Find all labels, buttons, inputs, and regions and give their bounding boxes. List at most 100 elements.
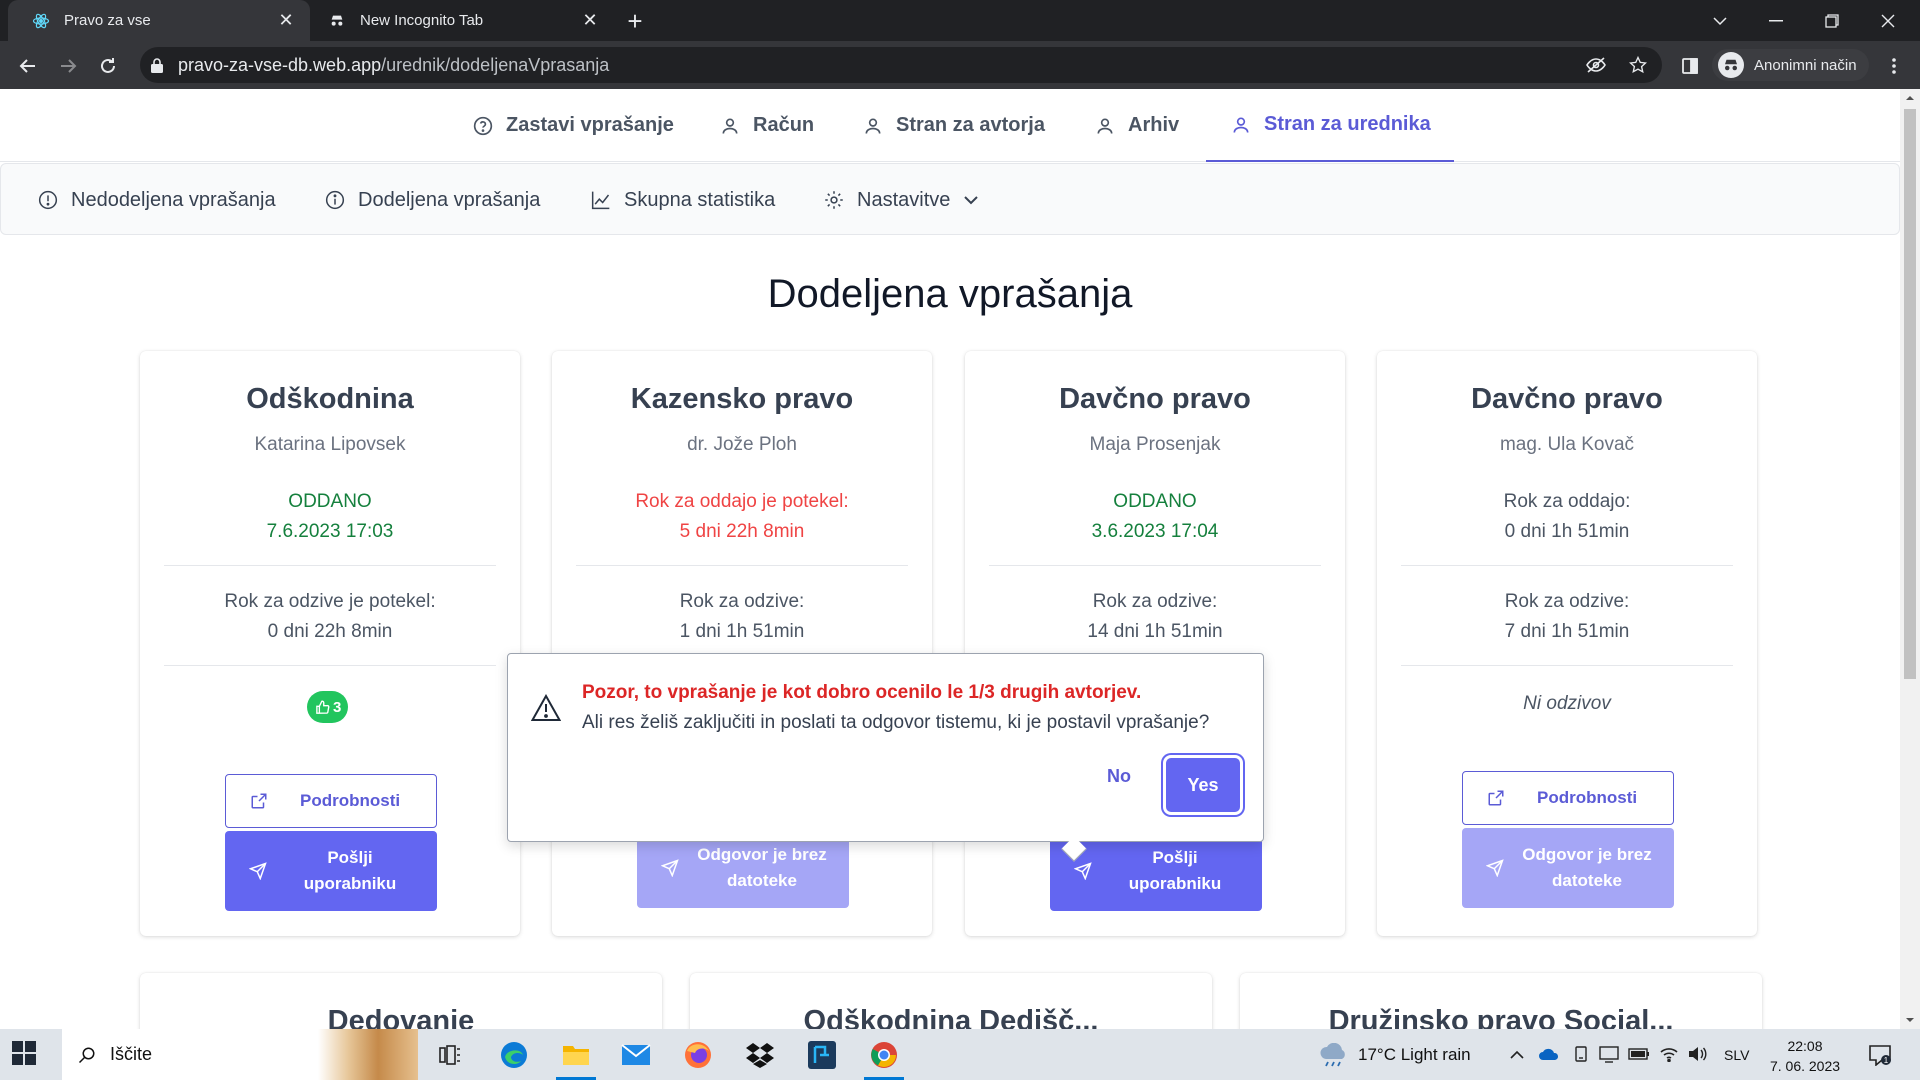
page-scrollbar[interactable]	[1900, 89, 1920, 1029]
scroll-up-icon	[1906, 96, 1914, 100]
battery-icon[interactable]	[1628, 1043, 1650, 1065]
edge-icon[interactable]	[486, 1029, 542, 1080]
confirm-popover: Pozor, to vprašanje je kot dobro ocenilo…	[507, 653, 1264, 842]
yes-button[interactable]: Yes	[1166, 758, 1240, 812]
windows-start-icon[interactable]	[12, 1041, 38, 1067]
chevron-up-icon[interactable]	[1506, 1043, 1528, 1065]
subnav-nastavitve[interactable]: Nastavitve	[823, 164, 979, 236]
clock[interactable]: 22:08 7. 06. 2023	[1768, 1036, 1842, 1076]
gear-icon	[823, 189, 845, 211]
popover-title: Pozor, to vprašanje je kot dobro ocenilo…	[582, 682, 1142, 703]
page-content: Zastavi vprašanje Račun Stran za avtorja…	[0, 89, 1900, 1029]
notifications-icon[interactable]: 1	[1866, 1041, 1894, 1069]
divider	[1401, 565, 1733, 566]
firefox-icon[interactable]	[670, 1029, 726, 1080]
lock-icon[interactable]	[148, 56, 166, 74]
details-button[interactable]: Podrobnosti	[1462, 771, 1674, 825]
reload-icon[interactable]	[92, 50, 124, 82]
wifi-icon[interactable]	[1658, 1043, 1680, 1065]
browser-toolbar: pravo-za-vse-db.web.app/urednik/dodeljen…	[0, 41, 1920, 89]
divider	[576, 565, 908, 566]
scroll-down-icon	[1906, 1018, 1914, 1022]
likes-badge: 3	[307, 691, 349, 723]
svg-text:1: 1	[1884, 1056, 1889, 1065]
restore-icon[interactable]	[1804, 0, 1860, 41]
no-file-button[interactable]: Odgovor je brez datoteke	[1462, 828, 1674, 908]
search-highlight-image	[318, 1029, 418, 1080]
back-arrow-icon[interactable]	[12, 50, 44, 82]
weather-widget[interactable]: 17°C Light rain	[1318, 1029, 1471, 1080]
tab-title: Pravo za vse	[64, 12, 151, 29]
card-status: ODDANO 3.6.2023 17:04	[1091, 491, 1219, 542]
no-button[interactable]: No	[1094, 758, 1144, 794]
question-card: Davčno pravo Maja Prosenjak ODDANO 3.6.2…	[965, 351, 1345, 936]
send-to-user-button[interactable]: Pošlji uporabniku	[225, 831, 437, 911]
display-icon[interactable]	[1598, 1043, 1620, 1065]
side-panel-icon[interactable]	[1674, 50, 1706, 82]
card-title: Dedovanje	[327, 1005, 475, 1029]
tab-new-incognito[interactable]: New Incognito Tab ✕	[314, 0, 614, 41]
nav-stran-za-avtorja[interactable]: Stran za avtorja	[862, 89, 1045, 162]
info-circle-icon	[324, 189, 346, 211]
send-icon	[659, 857, 681, 879]
incognito-profile-button[interactable]: Anonimni način	[1712, 49, 1869, 81]
forward-arrow-icon[interactable]	[52, 50, 84, 82]
details-button[interactable]: Podrobnosti	[225, 774, 437, 828]
address-bar[interactable]: pravo-za-vse-db.web.app/urednik/dodeljen…	[140, 47, 1662, 83]
popover-message: Ali res želiš zaključiti in poslati ta o…	[582, 712, 1210, 733]
divider	[164, 565, 496, 566]
subnav-skupna-statistika[interactable]: Skupna statistika	[590, 164, 775, 236]
task-view-icon[interactable]	[422, 1029, 478, 1080]
scrollbar-thumb[interactable]	[1904, 109, 1916, 679]
eye-slash-icon[interactable]	[1586, 55, 1606, 75]
card-title: Družinsko pravo Social...	[1328, 1005, 1674, 1029]
question-card: Odškodnina Katarina Lipovsek ODDANO 7.6.…	[140, 351, 520, 936]
question-card: Dedovanje	[140, 973, 662, 1029]
close-icon[interactable]: ✕	[578, 9, 602, 33]
card-response-deadline: Rok za odzive: 14 dni 1h 51min	[1087, 591, 1223, 642]
new-tab-button[interactable]: +	[620, 6, 650, 36]
app-icon[interactable]	[794, 1029, 850, 1080]
user-icon	[1230, 114, 1252, 136]
tab-pravo-za-vse[interactable]: Pravo za vse ✕	[8, 0, 310, 41]
star-icon[interactable]	[1628, 55, 1648, 75]
mail-icon[interactable]	[608, 1029, 664, 1080]
react-icon	[32, 12, 50, 30]
card-title: Davčno pravo	[1471, 383, 1663, 415]
tab-search-chevron-icon[interactable]	[1692, 0, 1748, 41]
chrome-icon[interactable]	[856, 1029, 912, 1080]
language-indicator[interactable]: SLV	[1724, 1029, 1749, 1080]
nav-racun[interactable]: Račun	[719, 89, 814, 162]
send-icon	[247, 860, 269, 882]
file-explorer-icon[interactable]	[548, 1029, 604, 1080]
card-title: Odškodnina Dedišč...	[803, 1005, 1099, 1029]
card-author: dr. Jože Ploh	[687, 434, 797, 455]
minimize-icon[interactable]	[1748, 0, 1804, 41]
dropbox-icon[interactable]	[732, 1029, 788, 1080]
taskbar-search-input[interactable]: Iščite	[62, 1029, 418, 1080]
question-card: Davčno pravo mag. Ula Kovač Rok za oddaj…	[1377, 351, 1757, 936]
close-window-icon[interactable]	[1860, 0, 1916, 41]
nav-zastavi-vprasanje[interactable]: Zastavi vprašanje	[472, 89, 674, 162]
volume-icon[interactable]	[1686, 1043, 1708, 1065]
question-card: Kazensko pravo dr. Jože Ploh Rok za odda…	[552, 351, 932, 936]
tab-title: New Incognito Tab	[360, 12, 484, 29]
subnav-dodeljena[interactable]: Dodeljena vprašanja	[324, 164, 540, 236]
card-status: Rok za oddajo je potekel: 5 dni 22h 8min	[635, 491, 849, 542]
subnav-nedodeljena[interactable]: Nedodeljena vprašanja	[37, 164, 276, 236]
nav-stran-za-urednika[interactable]: Stran za urednika	[1206, 89, 1454, 162]
nav-arhiv[interactable]: Arhiv	[1094, 89, 1179, 162]
url-text: pravo-za-vse-db.web.app/urednik/dodeljen…	[178, 55, 610, 75]
device-icon[interactable]	[1570, 1043, 1592, 1065]
kebab-menu-icon[interactable]	[1884, 56, 1904, 76]
close-icon[interactable]: ✕	[274, 9, 298, 33]
divider	[1401, 665, 1733, 666]
card-author: mag. Ula Kovač	[1499, 434, 1635, 455]
send-to-user-button[interactable]: Pošlji uporabniku	[1050, 831, 1262, 911]
user-icon	[862, 115, 884, 137]
divider	[989, 565, 1321, 566]
browser-tab-bar: Pravo za vse ✕ New Incognito Tab ✕ +	[0, 0, 1920, 41]
chevron-down-icon	[964, 195, 979, 205]
onedrive-icon[interactable]	[1538, 1043, 1560, 1065]
send-icon	[1484, 857, 1506, 879]
